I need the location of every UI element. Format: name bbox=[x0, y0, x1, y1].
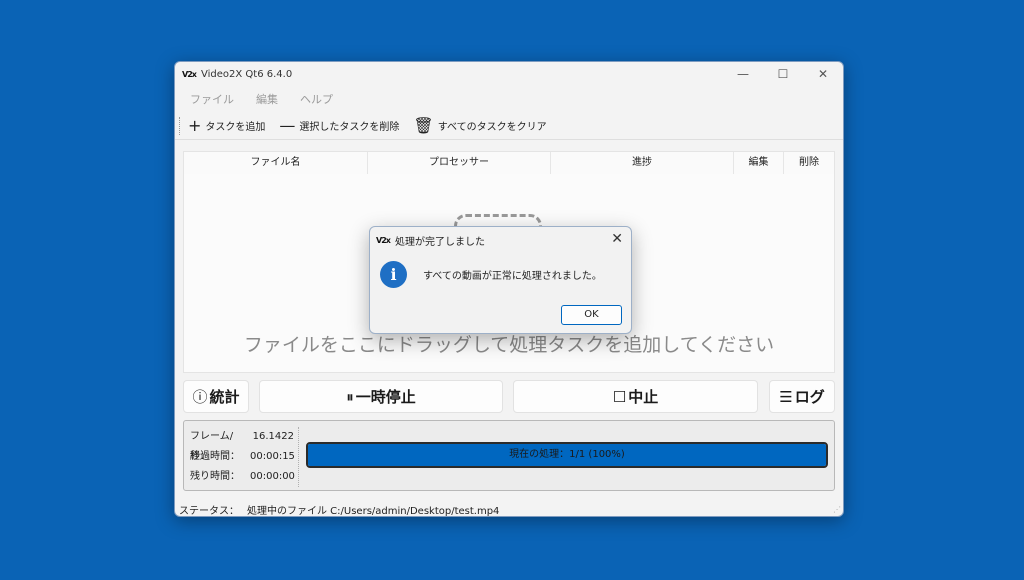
maximize-button[interactable]: ☐ bbox=[763, 62, 803, 86]
close-button[interactable]: ✕ bbox=[803, 62, 843, 86]
table-header: ファイル名 プロセッサー 進捗 編集 削除 bbox=[184, 152, 834, 174]
status-panel: フレーム/秒： 16.1422 経過時間： 00:00:15 残り時間： 00:… bbox=[183, 420, 835, 491]
completion-dialog: V2x 処理が完了しました ✕ i すべての動画が正常に処理されました。 OK bbox=[369, 226, 632, 334]
menu-file[interactable]: ファイル bbox=[181, 91, 243, 107]
window-controls: — ☐ ✕ bbox=[723, 62, 843, 86]
header-processor[interactable]: プロセッサー bbox=[368, 152, 551, 174]
info-circle-icon: ⓘ bbox=[192, 388, 208, 406]
status-label: ステータス： bbox=[179, 506, 239, 517]
pause-label: 一時停止 bbox=[355, 388, 416, 406]
window-title: Video2X Qt6 6.4.0 bbox=[201, 68, 293, 80]
fps-value: 16.1422 bbox=[252, 431, 294, 442]
elapsed-value: 00:00:15 bbox=[250, 451, 295, 462]
log-button[interactable]: ☰ ログ bbox=[769, 380, 835, 413]
stat-remaining: 残り時間： 00:00:00 bbox=[190, 467, 295, 487]
add-task-button[interactable]: + タスクを追加 bbox=[188, 115, 266, 135]
header-progress[interactable]: 進捗 bbox=[551, 152, 734, 174]
pause-button[interactable]: ⏸ 一時停止 bbox=[259, 380, 503, 413]
header-delete[interactable]: 削除 bbox=[784, 152, 834, 174]
minus-icon: — bbox=[279, 115, 296, 135]
status-bar: ステータス： 処理中のファイル C:/Users/admin/Desktop/te… bbox=[179, 502, 507, 517]
title-bar: V2x Video2X Qt6 6.4.0 — ☐ ✕ bbox=[175, 62, 843, 86]
remove-task-label: 選択したタスクを削除 bbox=[299, 122, 400, 133]
remove-task-button[interactable]: — 選択したタスクを削除 bbox=[279, 115, 400, 135]
header-edit[interactable]: 編集 bbox=[734, 152, 784, 174]
fps-label: フレーム/秒： bbox=[190, 431, 234, 462]
log-label: ログ bbox=[794, 388, 825, 406]
trash-icon: 🗑 bbox=[413, 115, 434, 135]
menu-bar: ファイル 編集 ヘルプ bbox=[175, 86, 843, 112]
status-text: 処理中のファイル C:/Users/admin/Desktop/test.mp4 bbox=[247, 506, 500, 517]
menu-help[interactable]: ヘルプ bbox=[291, 91, 342, 107]
add-task-label: タスクを追加 bbox=[205, 122, 266, 133]
stats-block: フレーム/秒： 16.1422 経過時間： 00:00:15 残り時間： 00:… bbox=[190, 427, 295, 487]
plus-icon: + bbox=[188, 115, 202, 135]
resize-grip-icon[interactable]: ⋰ bbox=[833, 505, 841, 514]
toolbar: + タスクを追加 — 選択したタスクを削除 🗑 すべてのタスクをクリア bbox=[175, 112, 843, 140]
stat-elapsed: 経過時間： 00:00:15 bbox=[190, 447, 295, 467]
pause-icon: ⏸ bbox=[346, 387, 354, 406]
stop-button[interactable]: ☐ 中止 bbox=[513, 380, 758, 413]
app-logo-icon: V2x bbox=[182, 69, 197, 79]
drop-hint-text: ファイルをここにドラッグして処理タスクを追加してください bbox=[243, 334, 775, 356]
stats-button[interactable]: ⓘ 統計 bbox=[183, 380, 249, 413]
remaining-value: 00:00:00 bbox=[250, 471, 295, 482]
menu-edit[interactable]: 編集 bbox=[247, 91, 287, 107]
list-icon: ☰ bbox=[779, 387, 793, 406]
dialog-title: 処理が完了しました bbox=[395, 236, 485, 248]
toolbar-grip[interactable] bbox=[179, 116, 182, 135]
header-filename[interactable]: ファイル名 bbox=[184, 152, 368, 174]
dialog-message: すべての動画が正常に処理されました。 bbox=[423, 271, 602, 282]
dialog-title-bar: V2x 処理が完了しました bbox=[370, 227, 631, 253]
stop-icon: ☐ bbox=[612, 387, 627, 406]
ok-button[interactable]: OK bbox=[561, 305, 622, 325]
elapsed-label: 経過時間： bbox=[190, 451, 240, 462]
minimize-button[interactable]: — bbox=[723, 62, 763, 86]
panel-separator bbox=[298, 427, 299, 487]
progress-bar: 現在の処理：1/1 (100%) bbox=[306, 442, 828, 468]
stats-label: 統計 bbox=[209, 388, 240, 406]
stop-label: 中止 bbox=[628, 388, 659, 406]
control-buttons: ⓘ 統計 ⏸ 一時停止 ☐ 中止 ☰ ログ bbox=[183, 380, 835, 414]
dialog-app-logo-icon: V2x bbox=[376, 235, 391, 245]
dialog-close-button[interactable]: ✕ bbox=[611, 231, 623, 247]
stat-fps: フレーム/秒： 16.1422 bbox=[190, 427, 294, 462]
clear-tasks-button[interactable]: 🗑 すべてのタスクをクリア bbox=[413, 115, 547, 135]
clear-tasks-label: すべてのタスクをクリア bbox=[437, 122, 547, 133]
remaining-label: 残り時間： bbox=[190, 471, 240, 482]
dialog-body: i すべての動画が正常に処理されました。 bbox=[380, 261, 602, 288]
info-icon: i bbox=[380, 261, 407, 288]
progress-label: 現在の処理：1/1 (100%) bbox=[509, 449, 625, 460]
